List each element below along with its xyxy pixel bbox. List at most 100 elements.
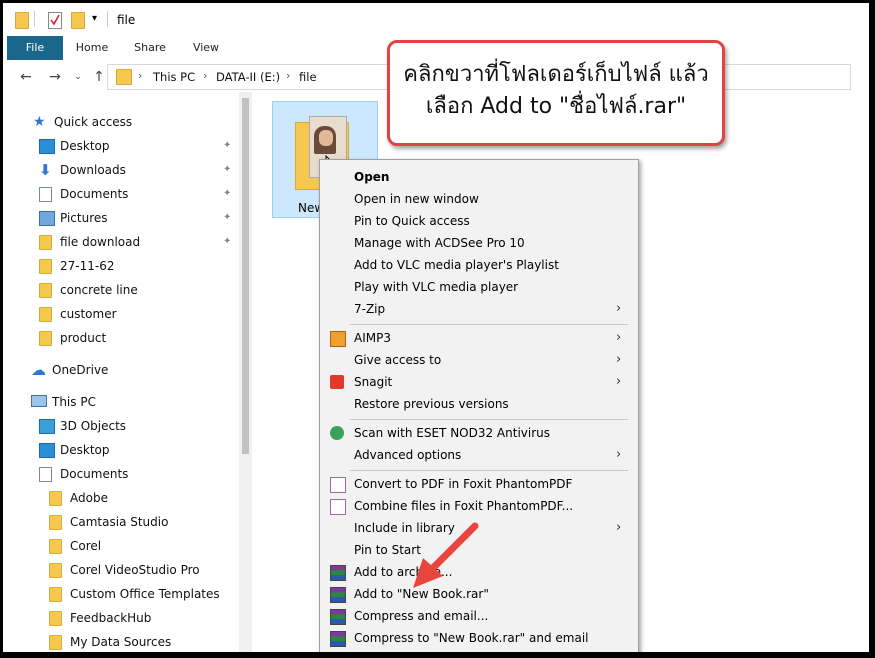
menu-item-restore-versions[interactable]: Restore previous versions [320,393,638,415]
menu-item-foxit-convert[interactable]: Convert to PDF in Foxit PhantomPDF [320,473,638,495]
winrar-icon [330,587,346,603]
sidebar-item-label: Desktop [60,139,110,153]
menu-separator [350,470,628,471]
snagit-icon [330,375,344,389]
chevron-right-icon: › [616,374,622,389]
tab-share[interactable]: Share [127,36,173,60]
breadcrumb-file[interactable]: file [299,70,317,84]
window-title: file [117,13,136,27]
sidebar-item-label: Documents [60,187,129,201]
menu-item-give-access[interactable]: Give access to › [320,349,638,371]
desktop-icon [39,139,55,154]
chevron-right-icon[interactable]: › [286,69,290,82]
desktop-icon [39,443,55,458]
pictures-icon [39,211,55,226]
divider [34,11,35,27]
sidebar-item-label: file download [60,235,141,249]
forward-arrow-icon[interactable]: → [46,68,64,86]
menu-item-label: Snagit [354,375,393,389]
sidebar-item-label: Documents [60,467,129,481]
breadcrumb-drive[interactable]: DATA-II (E:) [216,70,280,84]
menu-item-vlc-playlist[interactable]: Add to VLC media player's Playlist [320,254,638,276]
menu-item-label: Pin to Quick access [354,214,470,228]
folder-icon [39,307,52,322]
menu-item-label: AIMP3 [354,331,391,345]
pin-icon[interactable]: ✦ [223,207,231,229]
sidebar-item-label: concrete line [60,283,138,297]
menu-item-label: Play with VLC media player [354,280,519,294]
menu-item-label: Give access to [354,353,442,367]
chevron-right-icon[interactable]: › [203,69,207,82]
winrar-icon [330,609,346,625]
menu-item-pin-quick-access[interactable]: Pin to Quick access [320,210,638,232]
chevron-right-icon[interactable]: › [138,69,142,82]
menu-item-open-new-window[interactable]: Open in new window [320,188,638,210]
menu-item-label: Convert to PDF in Foxit PhantomPDF [354,477,573,491]
eset-icon [330,426,344,440]
chevron-right-icon: › [616,447,622,462]
tab-file[interactable]: File [7,36,63,60]
tab-home[interactable]: Home [69,36,115,60]
up-arrow-icon[interactable]: ↑ [90,68,108,86]
tab-view[interactable]: View [183,36,229,60]
menu-item-label: Combine files in Foxit PhantomPDF... [354,499,574,513]
download-icon: ⬇ [39,161,52,179]
menu-item-label: Advanced options [354,448,462,462]
folder-icon [49,539,62,554]
pin-icon[interactable]: ✦ [223,135,231,157]
new-folder-icon[interactable] [71,12,85,29]
folder-icon [49,563,62,578]
folder-icon [116,69,132,85]
menu-separator [350,419,628,420]
breadcrumb-this-pc[interactable]: This PC [153,70,195,84]
customize-toolbar-icon[interactable]: ▾ [92,13,97,24]
menu-item-label: 7-Zip [354,302,386,316]
title-bar: ▾ file [3,3,869,36]
menu-item-open[interactable]: Open [320,166,638,188]
pin-icon[interactable]: ✦ [223,183,231,205]
menu-item-acdsee[interactable]: Manage with ACDSee Pro 10 [320,232,638,254]
sidebar-item-label: Corel VideoStudio Pro [70,563,200,577]
folder-icon [15,12,29,29]
folder-data-icon [49,635,62,650]
navigation-pane: ★ Quick access Desktop ✦ ⬇ Downloads ✦ D… [3,92,239,652]
winrar-icon [330,631,346,647]
sidebar-item-label: customer [60,307,117,321]
pin-icon[interactable]: ✦ [223,159,231,181]
sidebar-item-label: Adobe [70,491,108,505]
aimp-icon [330,331,346,347]
sidebar-item-label: Camtasia Studio [70,515,169,529]
sidebar-scrollbar[interactable] [239,92,252,652]
menu-item-foxit-combine[interactable]: Combine files in Foxit PhantomPDF... [320,495,638,517]
back-arrow-icon[interactable]: ← [17,68,35,86]
sidebar-item-label: Quick access [54,115,133,129]
menu-item-compress-email[interactable]: Compress and email... [320,605,638,627]
menu-item-7zip[interactable]: 7-Zip › [320,298,638,320]
callout-line-2: เลือก Add to "ชื่อไฟล์.rar" [425,94,687,119]
menu-item-advanced-options[interactable]: Advanced options › [320,444,638,466]
sidebar-item-label: Custom Office Templates [70,587,220,601]
folder-icon [49,515,62,530]
recent-locations-icon[interactable]: ⌄ [69,68,87,86]
cloud-icon: ☁ [31,361,46,379]
menu-item-eset-scan[interactable]: Scan with ESET NOD32 Antivirus [320,422,638,444]
sidebar-item-label: FeedbackHub [70,611,152,625]
scrollbar-thumb[interactable] [242,98,249,454]
menu-item-aimp3[interactable]: AIMP3 › [320,327,638,349]
chevron-right-icon: › [616,520,622,535]
menu-item-label: Compress to "New Book.rar" and email [354,631,589,645]
foxit-icon [330,477,346,493]
callout-text: คลิกขวาที่โฟลเดอร์เก็บไฟล์ แล้ว เลือก Ad… [390,59,722,123]
folder-icon [39,331,52,346]
cube-icon [39,419,55,434]
menu-item-compress-rar-email[interactable]: Compress to "New Book.rar" and email [320,627,638,649]
chevron-right-icon: › [616,301,622,316]
menu-item-label: Scan with ESET NOD32 Antivirus [354,426,551,440]
pin-icon[interactable]: ✦ [223,231,231,253]
menu-item-vlc-play[interactable]: Play with VLC media player [320,276,638,298]
menu-item-snagit[interactable]: Snagit › [320,371,638,393]
properties-icon[interactable] [48,12,62,29]
menu-item-label: Open [354,170,390,184]
sidebar-item-label: Pictures [60,211,108,225]
folder-icon [49,611,62,626]
